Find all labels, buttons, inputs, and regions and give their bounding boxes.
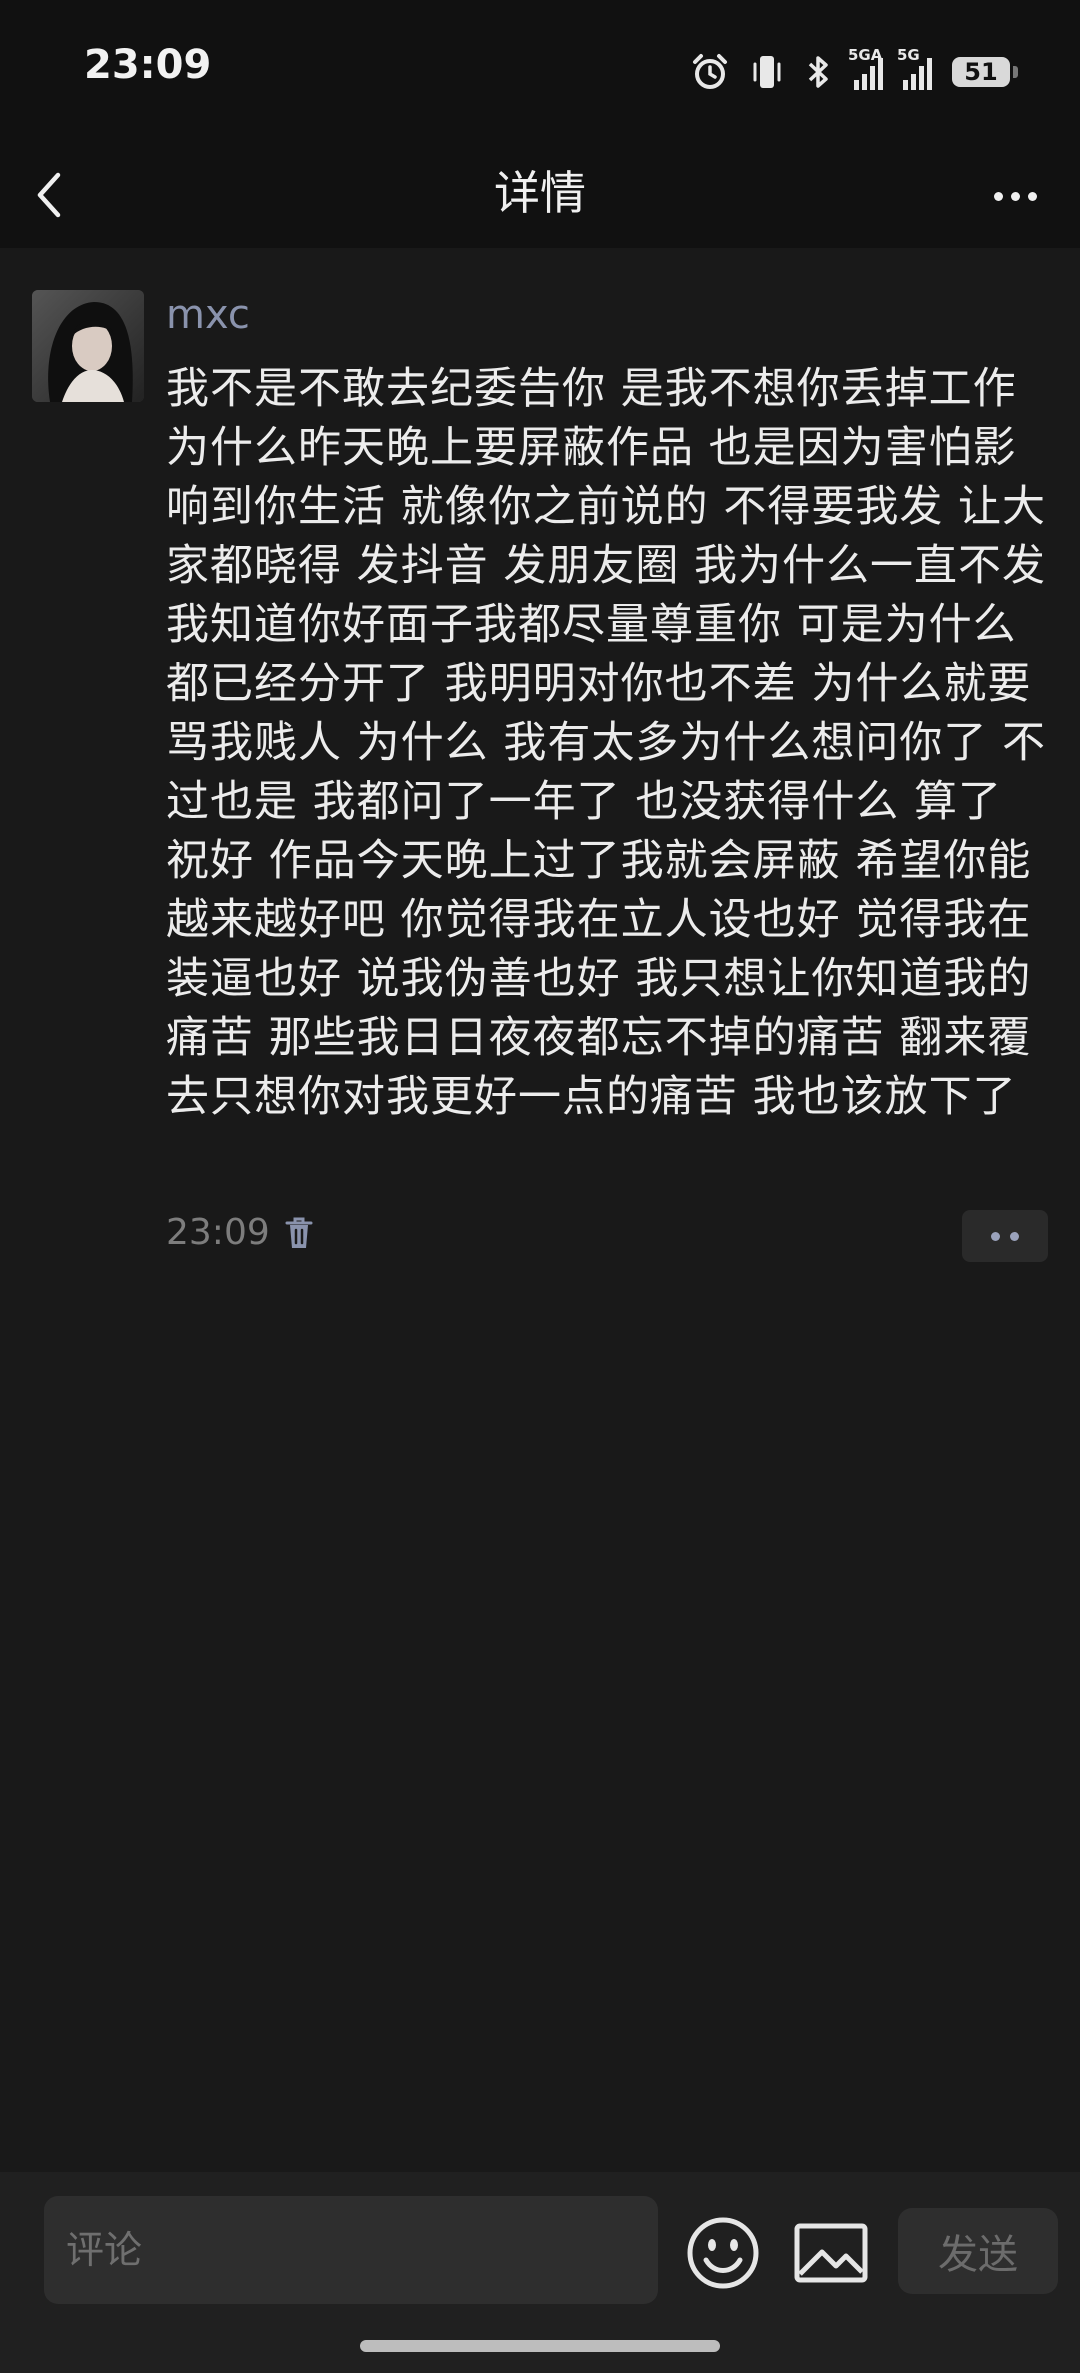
more-horizontal-icon — [993, 191, 1003, 201]
more-button[interactable] — [980, 164, 1050, 228]
post-time: 23:09 — [166, 1212, 270, 1253]
vibrate-icon — [753, 56, 781, 88]
avatar-image — [32, 290, 144, 402]
signal-label: 5GA — [848, 46, 883, 64]
battery-level: 51 — [964, 58, 998, 86]
nav-bar: 详情 — [0, 140, 1080, 248]
image-button[interactable] — [792, 2216, 870, 2290]
bluetooth-icon — [808, 56, 828, 88]
image-icon — [794, 2223, 868, 2283]
home-indicator[interactable] — [360, 2340, 720, 2352]
username[interactable]: mxc — [166, 292, 250, 338]
signal-icon: 5GA — [848, 46, 883, 90]
emoji-button[interactable] — [684, 2214, 762, 2292]
status-icons: 5GA 5G 51 — [690, 46, 1018, 98]
page-title: 详情 — [494, 166, 586, 220]
post-meta: 23:09 — [166, 1212, 314, 1253]
more-dots-icon — [991, 1231, 1000, 1241]
comment-input[interactable] — [44, 2196, 658, 2304]
signal-label: 5G — [897, 46, 920, 64]
signal-icon: 5G — [897, 46, 932, 90]
comment-options-button[interactable] — [962, 1210, 1048, 1262]
post-text: 我不是不敢去纪委告你 是我不想你丢掉工作 为什么昨天晚上要屏蔽作品 也是因为害怕… — [166, 364, 1047, 1122]
emoji-icon — [687, 2217, 759, 2289]
avatar[interactable] — [32, 290, 144, 402]
comment-bar: 发送 — [0, 2172, 1080, 2373]
status-bar: 23:09 5GA 5G 51 — [0, 0, 1080, 140]
status-time: 23:09 — [84, 42, 212, 88]
alarm-icon — [693, 54, 727, 89]
send-button[interactable]: 发送 — [898, 2208, 1058, 2294]
trash-icon[interactable] — [284, 1215, 314, 1251]
battery-icon: 51 — [952, 57, 1018, 87]
